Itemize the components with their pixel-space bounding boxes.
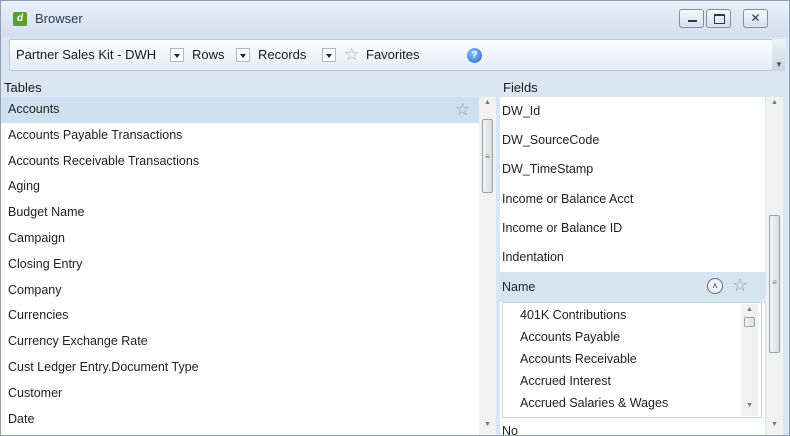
model-dropdown-button[interactable]: [170, 48, 184, 62]
scroll-down-icon[interactable]: ▼: [766, 421, 783, 428]
table-row-label: Customer: [8, 385, 63, 400]
table-row-label: Company: [8, 282, 62, 297]
fields-scrollbar[interactable]: ▲ ≡ ▼: [766, 97, 783, 435]
list-item[interactable]: Accounts Payable: [520, 330, 620, 344]
minimize-button[interactable]: [679, 9, 704, 28]
scroll-down-icon[interactable]: ▼: [741, 402, 758, 409]
table-row[interactable]: Cust Ledger Entry.Document Type: [1, 355, 479, 381]
close-icon: ✕: [750, 11, 761, 25]
field-name-label: Name: [502, 280, 536, 294]
table-row-label: Aging: [8, 179, 40, 194]
tables-scroll-thumb[interactable]: ≡: [482, 119, 493, 193]
field-row[interactable]: DW_SourceCode: [500, 126, 765, 155]
field-row[interactable]: No: [502, 424, 518, 435]
table-row-label: Currencies: [8, 308, 69, 323]
toolbar: Partner Sales Kit - DWH Rows Records ☆ F…: [9, 39, 773, 71]
field-row[interactable]: DW_Id: [500, 97, 765, 126]
values-scroll-thumb[interactable]: [744, 317, 755, 327]
field-row[interactable]: Indentation: [500, 243, 765, 272]
table-row[interactable]: Currency Exchange Rate: [1, 329, 479, 355]
table-row-label: Closing Entry: [8, 256, 83, 271]
favorite-star-icon[interactable]: ☆: [455, 97, 470, 123]
maximize-button[interactable]: [706, 9, 731, 28]
tables-scrollbar[interactable]: ▲ ≡ ▼: [479, 97, 496, 435]
list-item[interactable]: Accrued Salaries & Wages: [520, 396, 668, 410]
table-row[interactable]: Campaign: [1, 226, 479, 252]
table-row-label: Campaign: [8, 230, 65, 245]
records-dropdown-button[interactable]: [322, 48, 336, 62]
fields-header: Fields: [503, 80, 538, 95]
tables-header: Tables: [4, 80, 42, 95]
field-values-list: 401K Contributions Accounts Payable Acco…: [502, 302, 762, 418]
records-label[interactable]: Records: [258, 47, 306, 62]
rows-label[interactable]: Rows: [192, 47, 225, 62]
minimize-icon: [680, 10, 703, 27]
table-row[interactable]: Budget Name: [1, 200, 479, 226]
favorite-star-icon[interactable]: ☆: [732, 275, 748, 296]
title-bar[interactable]: d Browser ✕: [1, 1, 789, 37]
table-row-label: Accounts Receivable Transactions: [8, 153, 200, 168]
favorites-star-icon[interactable]: ☆: [344, 45, 359, 65]
table-row[interactable]: Accounts Receivable Transactions: [1, 149, 479, 175]
grip-icon: ≡: [485, 152, 490, 161]
table-row[interactable]: Date: [1, 407, 479, 433]
window-title: Browser: [35, 11, 83, 26]
field-row[interactable]: DW_TimeStamp: [500, 155, 765, 184]
table-row[interactable]: Currencies: [1, 303, 479, 329]
table-row-label: Accounts: [8, 102, 60, 116]
tables-list: Accounts ☆ Accounts Payable Transactions…: [1, 97, 479, 435]
toolbar-overflow-button[interactable]: ▼: [772, 39, 785, 71]
close-button[interactable]: ✕: [743, 9, 768, 28]
collapse-icon[interactable]: ˄: [707, 278, 723, 294]
favorites-button[interactable]: Favorites: [366, 47, 419, 62]
scroll-up-icon[interactable]: ▲: [766, 99, 783, 106]
model-selector-label[interactable]: Partner Sales Kit - DWH: [16, 47, 156, 62]
scroll-up-icon[interactable]: ▲: [741, 306, 758, 313]
table-row[interactable]: Closing Entry: [1, 252, 479, 278]
table-row-label: Accounts Payable Transactions: [8, 127, 183, 142]
list-item[interactable]: 401K Contributions: [520, 308, 626, 322]
browser-window: d Browser ✕ Partner Sales Kit - DWH Rows…: [0, 0, 790, 436]
overflow-arrow-icon: ▼: [775, 60, 783, 69]
values-scrollbar[interactable]: ▲ ▼: [741, 304, 758, 416]
app-logo-icon: d: [13, 12, 27, 26]
maximize-icon: [707, 10, 730, 27]
table-row[interactable]: Accounts ☆: [1, 97, 479, 123]
table-row[interactable]: Company: [1, 278, 479, 304]
list-item[interactable]: Accrued Interest: [520, 374, 611, 388]
scroll-up-icon[interactable]: ▲: [479, 99, 496, 106]
help-icon[interactable]: ?: [467, 48, 482, 63]
fields-list: DW_Id DW_SourceCode DW_TimeStamp Income …: [500, 97, 765, 435]
table-row[interactable]: Accounts Payable Transactions: [1, 123, 479, 149]
field-row-expanded[interactable]: Name ˄ ☆: [500, 272, 765, 302]
table-row[interactable]: Customer: [1, 381, 479, 407]
grip-icon: ≡: [772, 278, 777, 287]
table-row-label: Budget Name: [8, 205, 85, 220]
table-row[interactable]: Aging: [1, 174, 479, 200]
list-item[interactable]: Accounts Receivable: [520, 352, 637, 366]
scroll-down-icon[interactable]: ▼: [479, 421, 496, 428]
table-row-label: Currency Exchange Rate: [8, 334, 148, 349]
field-row[interactable]: Income or Balance Acct: [500, 185, 765, 214]
table-row-label: Date: [8, 411, 35, 426]
table-row-label: Cust Ledger Entry.Document Type: [8, 359, 199, 374]
rows-dropdown-button[interactable]: [236, 48, 250, 62]
fields-scroll-thumb[interactable]: ≡: [769, 215, 780, 353]
field-row[interactable]: Income or Balance ID: [500, 214, 765, 243]
